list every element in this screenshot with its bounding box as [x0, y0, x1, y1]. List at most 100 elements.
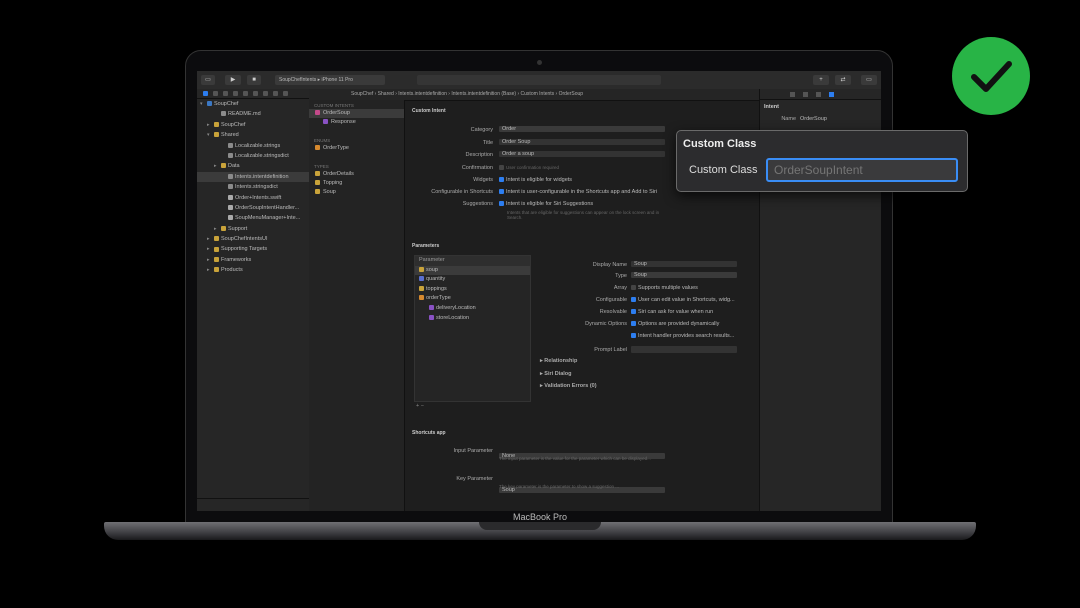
intent-list-item[interactable]: OrderSoup — [309, 109, 404, 118]
prompt-field[interactable] — [631, 346, 737, 353]
device-brand-label: MacBook Pro — [512, 512, 568, 522]
toolbar: ▭ ▶ ■ SoupChefIntents ▸ iPhone 11 Pro + … — [197, 71, 881, 90]
navigator-item[interactable]: ▸ SoupChefIntentsUI — [197, 234, 309, 244]
activity-view — [417, 75, 661, 85]
file-icon — [228, 153, 233, 158]
intent-list-item[interactable]: Response — [309, 118, 404, 127]
source-control-icon[interactable] — [213, 91, 218, 96]
resolvable-checkbox[interactable]: Siri can ask for value when run — [631, 309, 713, 315]
run-button[interactable]: ▶ — [225, 75, 241, 85]
stop-button[interactable]: ■ — [247, 75, 261, 85]
navigator-item[interactable]: ▸ Frameworks — [197, 255, 309, 265]
project-icon — [207, 101, 212, 107]
add-parameter-button[interactable]: + − — [416, 403, 424, 409]
help-inspector-icon[interactable] — [816, 92, 821, 97]
breakpoint-icon[interactable] — [273, 91, 278, 96]
parameter-row-label: soup — [426, 266, 438, 273]
history-inspector-icon[interactable] — [803, 92, 808, 97]
configurable-checkbox[interactable]: Intent is user-configurable in the Short… — [499, 189, 657, 195]
disclosure-triangle-icon[interactable]: ▾ — [200, 99, 207, 109]
param-configurable-checkbox[interactable]: User can edit value in Shortcuts, widg..… — [631, 297, 735, 303]
navigator-item-label: Localizable.strings — [235, 142, 281, 149]
search-icon[interactable] — [233, 91, 238, 96]
disclosure-triangle-icon[interactable]: ▸ — [207, 265, 214, 275]
navigator-item[interactable]: Localizable.strings — [197, 141, 309, 151]
navigator-item[interactable]: SoupMenuManager+Inte... — [197, 213, 309, 223]
navigator-item[interactable]: Intents.intentdefinition — [197, 171, 309, 183]
disclosure-triangle-icon[interactable]: ▸ — [207, 234, 214, 244]
title-field[interactable]: Order Soup — [499, 139, 665, 145]
navigator-item[interactable]: ▸ Support — [197, 224, 309, 234]
intent-list-item[interactable]: OrderType — [309, 144, 404, 153]
symbol-icon[interactable] — [223, 91, 228, 96]
file-inspector-icon[interactable] — [790, 92, 795, 97]
disclosure-triangle-icon[interactable]: ▸ — [207, 255, 214, 265]
navigator-item[interactable]: ▸ Supporting Targets — [197, 244, 309, 254]
search-results-checkbox[interactable]: Intent handler provides search results..… — [631, 333, 734, 339]
navigator-item[interactable]: OrderSoupIntentHandler... — [197, 203, 309, 213]
intent-list-item[interactable]: Soup — [309, 188, 404, 197]
confirmation-checkbox[interactable]: User confirmation required — [499, 165, 559, 171]
parameter-row[interactable]: orderType — [415, 294, 530, 304]
checkmark-icon — [971, 61, 1012, 92]
navigator-item[interactable]: ▾ SoupChef — [197, 99, 309, 109]
key-parameter-label: Key Parameter — [456, 476, 493, 482]
folder-icon — [214, 236, 219, 242]
navigator-item[interactable]: ▸ Products — [197, 265, 309, 275]
parameter-column-header: Parameter — [415, 256, 530, 266]
inspector-tabs[interactable] — [760, 89, 881, 100]
parameter-row[interactable]: quantity — [415, 275, 530, 285]
scheme-selector[interactable]: SoupChefIntents ▸ iPhone 11 Pro — [275, 75, 385, 85]
navigator-selector-bar[interactable] — [197, 89, 309, 99]
relationship-disclosure[interactable]: ▸ Relationship — [540, 358, 577, 364]
navigator-item[interactable]: ▸ Data — [197, 161, 309, 171]
widgets-checkbox[interactable]: Intent is eligible for widgets — [499, 177, 572, 183]
folder-icon — [214, 256, 219, 262]
test-icon[interactable] — [253, 91, 258, 96]
description-field[interactable]: Order a soup — [499, 151, 665, 157]
navigator-item[interactable]: Order+Intents.swift — [197, 193, 309, 203]
intent-list-item[interactable]: Topping — [309, 179, 404, 188]
disclosure-triangle-icon[interactable]: ▸ — [214, 161, 221, 171]
siri-dialog-disclosure[interactable]: ▸ Siri Dialog — [540, 371, 572, 377]
file-icon — [228, 204, 233, 210]
attributes-inspector-icon[interactable] — [829, 92, 834, 97]
navigator-item-label: Products — [221, 267, 243, 274]
disclosure-triangle-icon[interactable]: ▸ — [214, 224, 221, 234]
navigator-item-label: Intents.stringsdict — [235, 184, 278, 191]
navigator-item[interactable]: README.md — [197, 109, 309, 119]
display-name-field[interactable]: Soup — [631, 261, 737, 267]
validation-errors-disclosure[interactable]: ▸ Validation Errors (0) — [540, 383, 597, 389]
parameter-row-label: toppings — [426, 285, 447, 292]
navigator-item[interactable]: ▸ SoupChef — [197, 120, 309, 130]
array-checkbox[interactable]: Supports multiple values — [631, 285, 698, 291]
navigator-item-label: Order+Intents.swift — [235, 194, 282, 201]
disclosure-triangle-icon[interactable]: ▾ — [207, 130, 214, 140]
custom-class-input[interactable] — [766, 158, 958, 182]
navigator-item[interactable]: Localizable.stringsdict — [197, 151, 309, 161]
code-review-button[interactable]: ⇄ — [835, 75, 851, 85]
suggestions-checkbox[interactable]: Intent is eligible for Siri Suggestions — [499, 201, 593, 207]
report-icon[interactable] — [283, 91, 288, 96]
disclosure-triangle-icon[interactable]: ▸ — [207, 120, 214, 130]
dynamic-options-checkbox[interactable]: Options are provided dynamically — [631, 321, 719, 327]
parameter-row[interactable]: storeLocation — [415, 314, 530, 324]
category-popup[interactable]: Order — [499, 126, 665, 132]
navigator-filter[interactable] — [197, 498, 309, 511]
navigator-item[interactable]: Intents.stringsdict — [197, 182, 309, 192]
warning-icon[interactable] — [243, 91, 248, 96]
disclosure-triangle-icon[interactable]: ▸ — [207, 244, 214, 254]
inspector-toggle-button[interactable]: ▭ — [861, 75, 877, 85]
parameter-row[interactable]: soup — [415, 265, 530, 276]
intent-list-item[interactable]: OrderDetails — [309, 170, 404, 179]
sidebar-toggle-button[interactable]: ▭ — [201, 75, 215, 85]
folder-icon[interactable] — [203, 91, 208, 96]
library-button[interactable]: + — [813, 75, 829, 85]
type-popup[interactable]: Soup — [631, 272, 737, 278]
parameter-row[interactable]: toppings — [415, 285, 530, 295]
parameters-header: Parameters — [412, 243, 440, 249]
parameter-row[interactable]: deliveryLocation — [415, 304, 530, 314]
navigator-item[interactable]: ▾ Shared — [197, 130, 309, 140]
debug-icon[interactable] — [263, 91, 268, 96]
navigator-item-label: OrderSoupIntentHandler... — [235, 204, 300, 211]
